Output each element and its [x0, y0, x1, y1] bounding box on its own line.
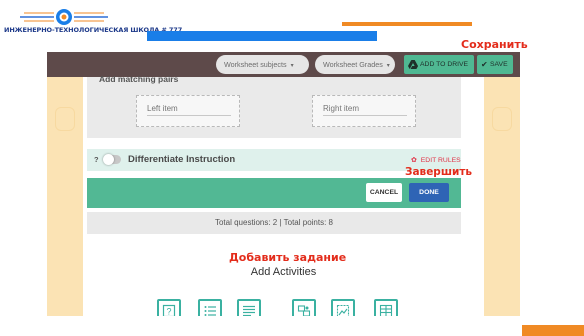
list-icon[interactable]: [198, 299, 222, 316]
svg-text:?: ?: [166, 307, 171, 317]
left-item-input[interactable]: [147, 104, 231, 116]
google-drive-icon: [408, 60, 418, 69]
right-item-box: [312, 95, 416, 127]
cancel-button[interactable]: CANCEL: [366, 183, 402, 202]
right-decorative-margin: [484, 77, 520, 316]
edit-rules-link[interactable]: ✿ EDIT RULES: [411, 156, 461, 164]
worksheet-subjects-dropdown[interactable]: Worksheet subjects ▾: [216, 55, 309, 74]
chevron-down-icon: ▾: [386, 63, 390, 69]
add-activities-heading: Add Activities: [250, 266, 317, 278]
worksheet-subjects-label: Worksheet subjects: [224, 60, 287, 69]
differentiate-toggle[interactable]: [103, 154, 121, 165]
save-label: SAVE: [490, 61, 508, 68]
table-icon[interactable]: [374, 299, 398, 316]
matching-pairs-title: Add matching pairs: [99, 74, 179, 84]
finish-annotation: Завершить: [405, 166, 473, 178]
text-lines-icon[interactable]: [237, 299, 261, 316]
question-action-bar: CANCEL DONE: [87, 178, 461, 208]
done-button[interactable]: DONE: [409, 183, 449, 202]
add-to-drive-label: ADD TO DRIVE: [420, 61, 469, 68]
worksheet-editor-screenshot: Worksheet subjects ▾ Worksheet Grades ▾ …: [47, 52, 520, 316]
save-button[interactable]: ✔ SAVE: [477, 55, 513, 74]
matching-pairs-panel: Add matching pairs: [87, 74, 461, 138]
add-task-annotation: Добавить задание: [229, 251, 347, 264]
differentiate-instruction-label: Differentiate Instruction: [128, 154, 236, 165]
orange-footer-bar: [522, 325, 584, 336]
editor-content: Add matching pairs ? Differentiate Instr…: [83, 74, 484, 316]
left-decorative-margin: [47, 77, 83, 316]
worksheet-grades-dropdown[interactable]: Worksheet Grades ▾: [315, 55, 395, 74]
gear-icon: ✿: [411, 157, 417, 164]
help-icon[interactable]: ?: [94, 155, 99, 164]
right-item-input[interactable]: [323, 104, 407, 116]
check-icon: ✔: [481, 60, 488, 69]
left-item-box: [136, 95, 240, 127]
chevron-down-icon: ▾: [290, 63, 294, 69]
add-to-drive-button[interactable]: ADD TO DRIVE: [404, 55, 474, 74]
save-annotation: Сохранить: [461, 38, 528, 51]
worksheet-grades-label: Worksheet Grades: [323, 60, 383, 69]
orange-accent-bar: [342, 22, 472, 26]
toggle-knob: [103, 154, 114, 165]
question-icon[interactable]: ?: [157, 299, 181, 316]
image-select-icon[interactable]: [331, 299, 355, 316]
blue-accent-bar: [147, 31, 377, 41]
puzzle-icon[interactable]: [292, 299, 316, 316]
school-logo: [20, 9, 108, 25]
edit-rules-label: EDIT RULES: [420, 157, 461, 164]
totals-summary: Total questions: 2 | Total points: 8: [87, 212, 461, 234]
